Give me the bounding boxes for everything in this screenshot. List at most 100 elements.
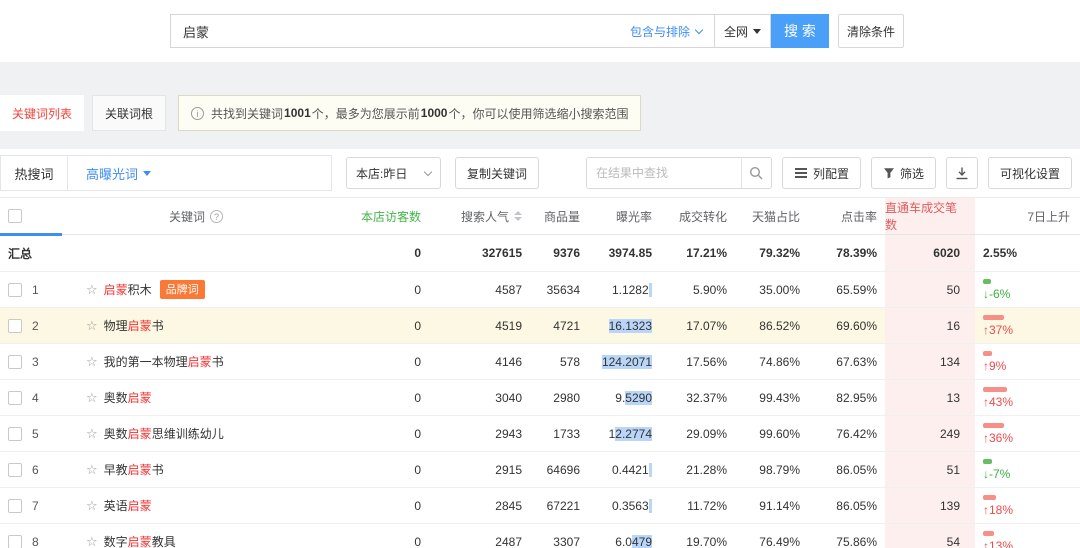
funnel-icon [883, 167, 895, 179]
table-row[interactable]: 3 ☆ 我的第一本物理启蒙书 0 4146 578 124.2071 17.56… [0, 344, 1080, 380]
row-checkbox[interactable] [8, 463, 22, 477]
summary-exposure: 3974.85 [590, 235, 660, 271]
keyword-cell: ☆ 奥数启蒙 [62, 380, 330, 415]
copy-keywords-button[interactable]: 复制关键词 [455, 157, 539, 189]
keyword-text[interactable]: 奥数启蒙思维训练幼儿 [104, 425, 224, 442]
trend-value: ↓-6% [983, 287, 1010, 301]
scope-dropdown[interactable]: 全网 [715, 14, 771, 48]
header-keyword: 关键词 [62, 198, 330, 234]
star-icon[interactable]: ☆ [86, 498, 98, 514]
filter-button[interactable]: 筛选 [871, 157, 936, 189]
header-select-cell [0, 198, 62, 234]
info-icon [191, 107, 204, 120]
star-icon[interactable]: ☆ [86, 390, 98, 406]
chevron-down-icon [695, 25, 703, 33]
table-row[interactable]: 2 ☆ 物理启蒙书 0 4519 4721 16.1323 17.07% 86.… [0, 308, 1080, 344]
products-cell: 67221 [530, 488, 590, 523]
table-row[interactable]: 8 ☆ 数字启蒙教具 0 2487 3307 6.0479 19.70% 76.… [0, 524, 1080, 548]
keyword-text[interactable]: 早教启蒙书 [104, 461, 164, 478]
store-date-select[interactable]: 本店:昨日 [346, 157, 441, 189]
find-in-results-box [586, 157, 772, 189]
search-popularity-cell: 4146 [445, 344, 530, 379]
tmall-share-cell: 91.14% [735, 488, 808, 523]
tab-related-roots[interactable]: 关联词根 [92, 95, 166, 131]
search-query[interactable]: 启蒙 [183, 22, 209, 41]
keyword-cell: ☆ 物理启蒙书 [62, 308, 330, 343]
keyword-text[interactable]: 数字启蒙教具 [104, 533, 176, 548]
products-cell: 3307 [530, 524, 590, 548]
row-index: 6 [32, 463, 39, 477]
ctr-cell: 75.86% [808, 524, 885, 548]
result-count-info: 共找到关键词 1001 个，最多为您展示前 1000 个，你可以使用筛选缩小搜索… [178, 95, 641, 131]
row-checkbox[interactable] [8, 391, 22, 405]
keyword-search-input[interactable]: 启蒙 包含与排除 [170, 14, 715, 48]
ztc-orders-cell: 50 [885, 272, 975, 307]
conversion-cell: 21.28% [660, 452, 735, 487]
trend-cell: ↓-6% [975, 272, 1080, 307]
keyword-text[interactable]: 英语启蒙 [104, 497, 152, 514]
keyword-text[interactable]: 物理启蒙书 [104, 317, 164, 334]
row-index: 5 [32, 427, 39, 441]
right-tools: 列配置 筛选 可视化设置 [586, 157, 1072, 189]
star-icon[interactable]: ☆ [86, 426, 98, 442]
search-button[interactable]: 搜 索 [771, 14, 829, 48]
trend-cell: ↑43% [975, 380, 1080, 415]
table-row[interactable]: 4 ☆ 奥数启蒙 0 3040 2980 9.5290 32.37% 99.43… [0, 380, 1080, 416]
find-in-results-input[interactable] [587, 158, 741, 188]
products-cell: 578 [530, 344, 590, 379]
keyword-text[interactable]: 我的第一本物理启蒙书 [104, 353, 224, 370]
chevron-down-icon [424, 167, 432, 175]
trend-value: ↑18% [983, 503, 1013, 517]
star-icon[interactable]: ☆ [86, 354, 98, 370]
caret-down-icon [143, 171, 151, 176]
visitors-cell: 0 [330, 416, 445, 451]
table-row[interactable]: 6 ☆ 早教启蒙书 0 2915 64696 0.4421 21.28% 98.… [0, 452, 1080, 488]
trend-bar [983, 531, 994, 536]
tmall-share-cell: 35.00% [735, 272, 808, 307]
tmall-share-cell: 86.52% [735, 308, 808, 343]
exposure-cell: 16.1323 [590, 308, 660, 343]
row-checkbox[interactable] [8, 535, 22, 548]
subtab-high-exposure[interactable]: 高曝光词 [68, 156, 169, 190]
row-index: 1 [32, 283, 39, 297]
clear-conditions-button[interactable]: 清除条件 [838, 14, 904, 48]
visual-settings-button[interactable]: 可视化设置 [988, 157, 1072, 189]
row-checkbox[interactable] [8, 319, 22, 333]
keyword-cell: ☆ 我的第一本物理启蒙书 [62, 344, 330, 379]
download-button[interactable] [946, 157, 978, 189]
tab-keyword-list[interactable]: 关键词列表 [0, 95, 84, 131]
select-all-checkbox[interactable] [8, 209, 22, 223]
table-row[interactable]: 5 ☆ 奥数启蒙思维训练幼儿 0 2943 1733 12.2774 29.09… [0, 416, 1080, 452]
row-checkbox[interactable] [8, 499, 22, 513]
ctr-cell: 82.95% [808, 380, 885, 415]
trend-value: ↑43% [983, 395, 1013, 409]
help-icon[interactable] [210, 210, 223, 223]
star-icon[interactable]: ☆ [86, 462, 98, 478]
include-exclude-dropdown[interactable]: 包含与排除 [630, 23, 702, 40]
row-checkbox[interactable] [8, 355, 22, 369]
star-icon[interactable]: ☆ [86, 534, 98, 548]
column-config-button[interactable]: 列配置 [782, 157, 861, 189]
keyword-text[interactable]: 启蒙积木 [104, 281, 152, 298]
star-icon[interactable]: ☆ [86, 282, 98, 298]
star-icon[interactable]: ☆ [86, 318, 98, 334]
header-ztc-orders: 直通车成交笔数 [885, 198, 975, 234]
subtab-hot-words[interactable]: 热搜词 [1, 156, 67, 190]
find-search-button[interactable] [741, 158, 771, 188]
keyword-text[interactable]: 奥数启蒙 [104, 389, 152, 406]
trend-cell: ↓-7% [975, 452, 1080, 487]
header-search-popularity[interactable]: 搜索人气 [445, 198, 530, 234]
table-row[interactable]: 7 ☆ 英语启蒙 0 2845 67221 0.3563 11.72% 91.1… [0, 488, 1080, 524]
sort-icon[interactable] [514, 211, 522, 221]
search-assembly: 启蒙 包含与排除 全网 搜 索 [170, 14, 829, 48]
row-checkbox[interactable] [8, 283, 22, 297]
search-popularity-cell: 2487 [445, 524, 530, 548]
header-conversion: 成交转化 [660, 198, 735, 234]
row-checkbox[interactable] [8, 427, 22, 441]
conversion-cell: 17.56% [660, 344, 735, 379]
trend-value: ↑37% [983, 323, 1013, 337]
include-exclude-label: 包含与排除 [630, 23, 690, 40]
header-active-indicator [0, 233, 62, 236]
summary-products: 9376 [530, 235, 590, 271]
table-row[interactable]: 1 ☆ 启蒙积木 品牌词 0 4587 35634 1.1282 5.90% 3… [0, 272, 1080, 308]
